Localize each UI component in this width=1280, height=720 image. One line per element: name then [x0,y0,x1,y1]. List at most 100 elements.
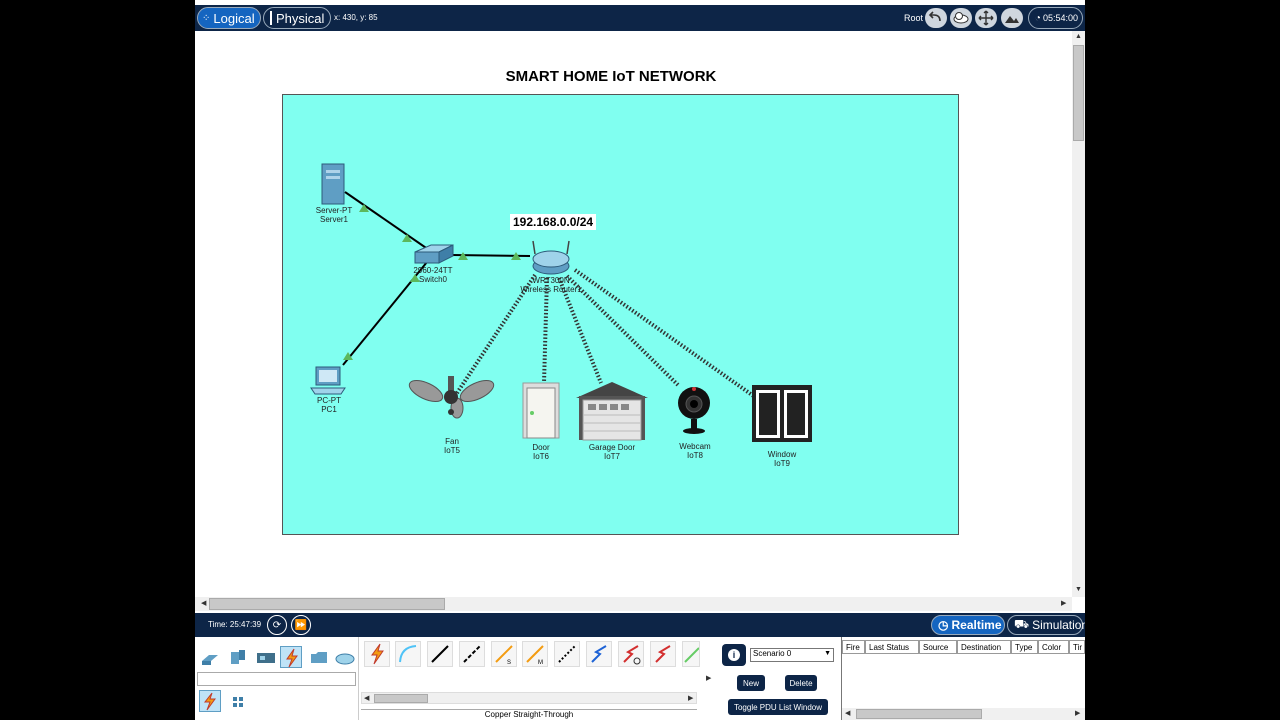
door-icon[interactable] [522,382,560,439]
panel-expand-icon[interactable]: ▶ [706,674,711,682]
table-scroll-thumb[interactable] [856,709,982,719]
serial-dce-cable-icon[interactable] [618,641,644,667]
toggle-pdu-list-button[interactable]: Toggle PDU List Window [728,699,828,715]
topology-canvas [310,163,812,442]
switch-icon[interactable] [414,244,454,264]
horizontal-scrollbar[interactable]: ◀ ▶ [195,597,1072,611]
webcam-model: Webcam [679,442,711,451]
pc-icon[interactable] [310,366,346,395]
fan-model: Fan [445,437,459,446]
vertical-scrollbar[interactable]: ▲ ▼ [1072,31,1085,597]
realtime-icon: ◷ [938,618,949,632]
server-label: Server-PT Server1 [316,206,352,224]
crossover-cable-icon[interactable] [459,641,485,667]
switch-label: 2960-24TT Switch0 [413,266,452,284]
table-scroll-right-icon[interactable]: ▶ [1075,709,1080,717]
simulation-icon: ⛟ [1014,617,1030,631]
fast-forward-button[interactable]: ⏩ [291,615,311,635]
server-name: Server1 [319,215,349,224]
router-label: WRT300N Wireless Router1 [520,276,581,294]
miscellaneous-icon[interactable] [308,646,330,668]
multimode-letter: M [538,660,543,666]
column-fire[interactable]: Fire [842,640,865,654]
server-icon[interactable] [321,163,345,205]
cable-scroll-thumb[interactable] [374,694,428,703]
window-icon[interactable] [752,385,812,442]
switch-model: 2960-24TT [413,266,453,275]
door-name: IoT6 [532,452,549,461]
cable-scrollbar[interactable]: ◀ ▶ [361,692,697,704]
components-icon[interactable] [255,646,277,668]
column-time[interactable]: Tir [1069,640,1085,654]
horizontal-scroll-thumb[interactable] [209,598,445,610]
network-devices-icon[interactable] [199,646,221,668]
column-color[interactable]: Color [1038,640,1069,654]
scroll-right-icon[interactable]: ▶ [1061,599,1066,607]
realtime-mode-button[interactable]: ◷ Realtime [931,615,1005,635]
window-label: Window IoT9 [768,450,796,468]
cable-scroll-left-icon[interactable]: ◀ [364,694,369,702]
simulation-mode-button[interactable]: ⛟ Simulation [1007,615,1085,635]
fan-name: IoT5 [443,446,461,455]
table-scroll-left-icon[interactable]: ◀ [845,709,850,717]
time-display: Time: 25:47:39 [208,620,262,629]
fiber-cable-icon[interactable]: S [491,641,517,667]
pc-label: PC-PT PC1 [317,396,341,414]
wireless-links [455,268,757,399]
octal-cable-icon[interactable] [682,641,700,667]
new-scenario-button[interactable]: New [737,675,765,691]
fan-icon[interactable] [406,376,496,419]
delete-scenario-button[interactable]: Delete [785,675,817,691]
server-model: Server-PT [315,206,353,215]
automatic-cable-icon[interactable] [364,641,390,667]
serial-dte-cable-icon[interactable] [650,641,676,667]
garage-model: Garage Door [588,443,636,452]
column-source[interactable]: Source [919,640,957,654]
multimode-cable-icon[interactable]: M [522,641,548,667]
cable-scroll-right-icon[interactable]: ▶ [688,694,693,702]
column-destination[interactable]: Destination [957,640,1011,654]
column-type[interactable]: Type [1011,640,1038,654]
garage-door-icon[interactable] [576,382,648,441]
coaxial-cable-icon[interactable] [586,641,612,667]
webcam-icon[interactable] [678,387,710,434]
garage-name: IoT7 [603,452,620,461]
info-glyph: i [728,649,740,661]
router-name: Wireless Router1 [520,285,582,294]
dropdown-arrow-icon: ▼ [824,650,831,657]
column-last-status[interactable]: Last Status [865,640,919,654]
power-cycle-button[interactable]: ⟳ [267,615,287,635]
wireless-link-window[interactable] [573,268,757,399]
info-icon[interactable]: i [722,644,746,666]
phone-cable-icon[interactable] [554,641,580,667]
scenario-select[interactable]: Scenario 0 ▼ [750,648,834,662]
scroll-left-icon[interactable]: ◀ [201,599,206,607]
scroll-up-icon[interactable]: ▲ [1075,33,1082,40]
straight-through-cable-icon[interactable] [427,641,453,667]
wireless-router-icon[interactable] [532,240,570,275]
power-cycle-icon: ⟳ [272,619,282,631]
scroll-down-icon[interactable]: ▼ [1075,586,1082,593]
selected-cable-name: Copper Straight-Through [361,709,697,720]
grid-view-icon[interactable] [232,695,244,707]
garage-label: Garage Door IoT7 [589,443,635,461]
network-address-label[interactable]: 192.168.0.0/24 [510,214,597,230]
door-label: Door IoT6 [532,443,549,461]
console-cable-icon[interactable] [395,641,421,667]
fan-label: Fan IoT5 [444,437,460,455]
pc-name: PC1 [321,405,337,414]
selected-connection-icon[interactable] [199,690,221,712]
switch-name: Switch0 [418,275,448,284]
connections-icon[interactable] [280,646,302,668]
table-scrollbar[interactable]: ◀ ▶ [842,708,1085,720]
device-search-field[interactable] [197,672,356,686]
link-server-switch[interactable] [344,191,433,253]
webcam-label: Webcam IoT8 [679,442,710,460]
multiuser-icon[interactable] [334,646,356,668]
door-model: Door [532,443,550,452]
vertical-scroll-thumb[interactable] [1073,45,1084,141]
router-model: WRT300N [532,276,570,285]
fast-forward-icon: ⏩ [294,619,308,631]
simulation-label: Simulation [1032,618,1085,632]
end-devices-icon[interactable] [227,646,249,668]
